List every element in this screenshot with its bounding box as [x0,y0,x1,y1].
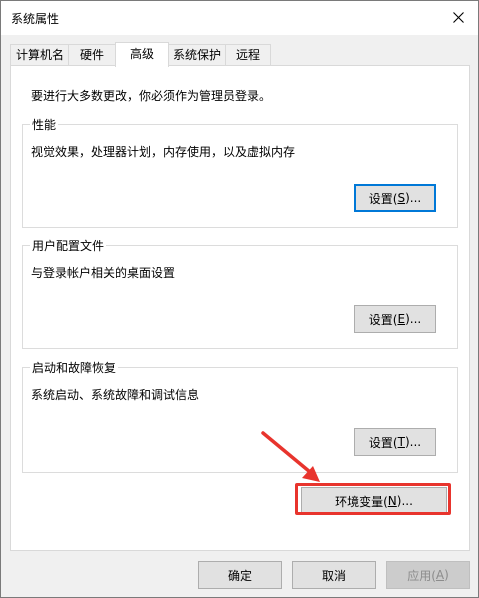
tab-hardware[interactable]: 硬件 [68,44,116,66]
title-bar: 系统属性 [1,1,478,35]
startup-recovery-group-title: 启动和故障恢复 [30,359,119,376]
cancel-button[interactable]: 取消 [292,561,376,589]
advanced-tab-panel: 要进行大多数更改，你必须作为管理员登录。 性能 视觉效果，处理器计划，内存使用，… [10,65,470,551]
tab-computer-name[interactable]: 计算机名 [10,44,70,66]
annotation-arrow-icon [261,431,320,482]
tab-system-protection[interactable]: 系统保护 [167,44,227,66]
close-icon [452,11,464,23]
startup-recovery-group: 启动和故障恢复 系统启动、系统故障和调试信息 设置(T)... [22,359,458,473]
user-profiles-group-title: 用户配置文件 [30,237,107,254]
tab-advanced[interactable]: 高级 [115,42,169,67]
performance-description: 视觉效果，处理器计划，内存使用，以及虚拟内存 [31,145,296,159]
user-profiles-group: 用户配置文件 与登录帐户相关的桌面设置 设置(E)... [22,237,458,349]
startup-recovery-description: 系统启动、系统故障和调试信息 [31,388,200,402]
window-title: 系统属性 [11,12,60,26]
close-button[interactable] [438,1,478,33]
ok-button[interactable]: 确定 [198,561,282,589]
performance-group-title: 性能 [30,116,59,133]
performance-group: 性能 视觉效果，处理器计划，内存使用，以及虚拟内存 设置(S)... [22,116,458,228]
tab-remote[interactable]: 远程 [225,44,271,66]
apply-button[interactable]: 应用(A) [386,561,470,589]
user-profiles-description: 与登录帐户相关的桌面设置 [31,266,176,280]
startup-recovery-settings-button[interactable]: 设置(T)... [354,428,436,456]
user-profiles-settings-button[interactable]: 设置(E)... [354,305,436,333]
performance-settings-button[interactable]: 设置(S)... [354,184,436,212]
admin-notice: 要进行大多数更改，你必须作为管理员登录。 [31,89,272,103]
